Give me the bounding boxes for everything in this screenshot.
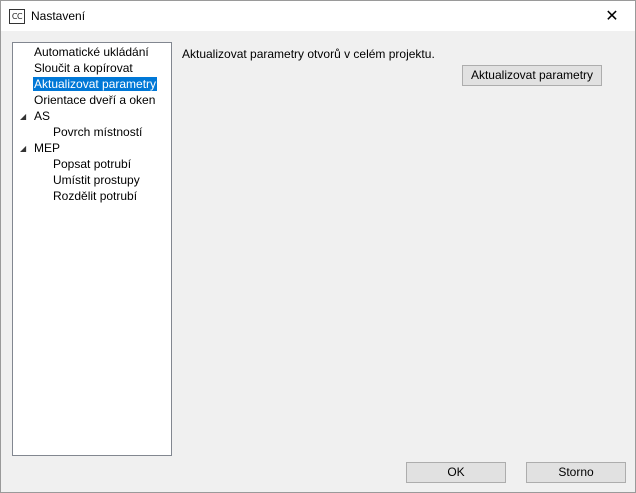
tree-item-popsat-potrubi[interactable]: Popsat potrubí	[53, 157, 131, 172]
app-icon: CC	[9, 9, 25, 24]
tree-item-orientace-dveri-a-oken[interactable]: Orientace dveří a oken	[34, 93, 155, 108]
panel-description: Aktualizovat parametry otvorů v celém pr…	[182, 47, 435, 61]
tree-item-sloucit-a-kopirovat[interactable]: Sloučit a kopírovat	[34, 61, 133, 76]
tree-item-mep[interactable]: MEP	[34, 141, 60, 156]
ok-button[interactable]: OK	[406, 462, 506, 483]
settings-dialog: CC Nastavení ✕ Automatické ukládání Slou…	[0, 0, 636, 493]
tree-item-label: Rozdělit potrubí	[53, 189, 138, 203]
tree-item-label: Aktualizovat parametry	[33, 77, 158, 91]
tree-item-label: Orientace dveří a oken	[34, 93, 156, 107]
tree-item-label: Automatické ukládání	[34, 45, 149, 59]
tree-item-label: MEP	[34, 141, 61, 155]
tree-item-rozdelit-potrubi[interactable]: Rozdělit potrubí	[53, 189, 137, 204]
title-bar: CC Nastavení ✕	[1, 1, 635, 31]
expand-toggle-icon[interactable]: ◢	[20, 141, 26, 156]
tree-item-as[interactable]: AS	[34, 109, 50, 124]
window-title: Nastavení	[31, 9, 86, 23]
tree-item-povrch-mistnosti[interactable]: Povrch místností	[53, 125, 142, 140]
close-button[interactable]: ✕	[589, 1, 635, 31]
tree-item-aktualizovat-parametry[interactable]: Aktualizovat parametry	[33, 77, 158, 92]
tree-item-label: Popsat potrubí	[53, 157, 132, 171]
tree-item-label: AS	[34, 109, 51, 123]
tree-item-label: Povrch místností	[53, 125, 143, 139]
tree-item-umistit-prostupy[interactable]: Umístit prostupy	[53, 173, 140, 188]
tree-item-automaticke-ukladani[interactable]: Automatické ukládání	[34, 45, 149, 60]
tree-item-label: Umístit prostupy	[53, 173, 140, 187]
settings-tree[interactable]: Automatické ukládání Sloučit a kopírovat…	[12, 42, 172, 456]
cancel-button[interactable]: Storno	[526, 462, 626, 483]
update-parameters-button[interactable]: Aktualizovat parametry	[462, 65, 602, 86]
expand-toggle-icon[interactable]: ◢	[20, 109, 26, 124]
tree-item-label: Sloučit a kopírovat	[34, 61, 133, 75]
